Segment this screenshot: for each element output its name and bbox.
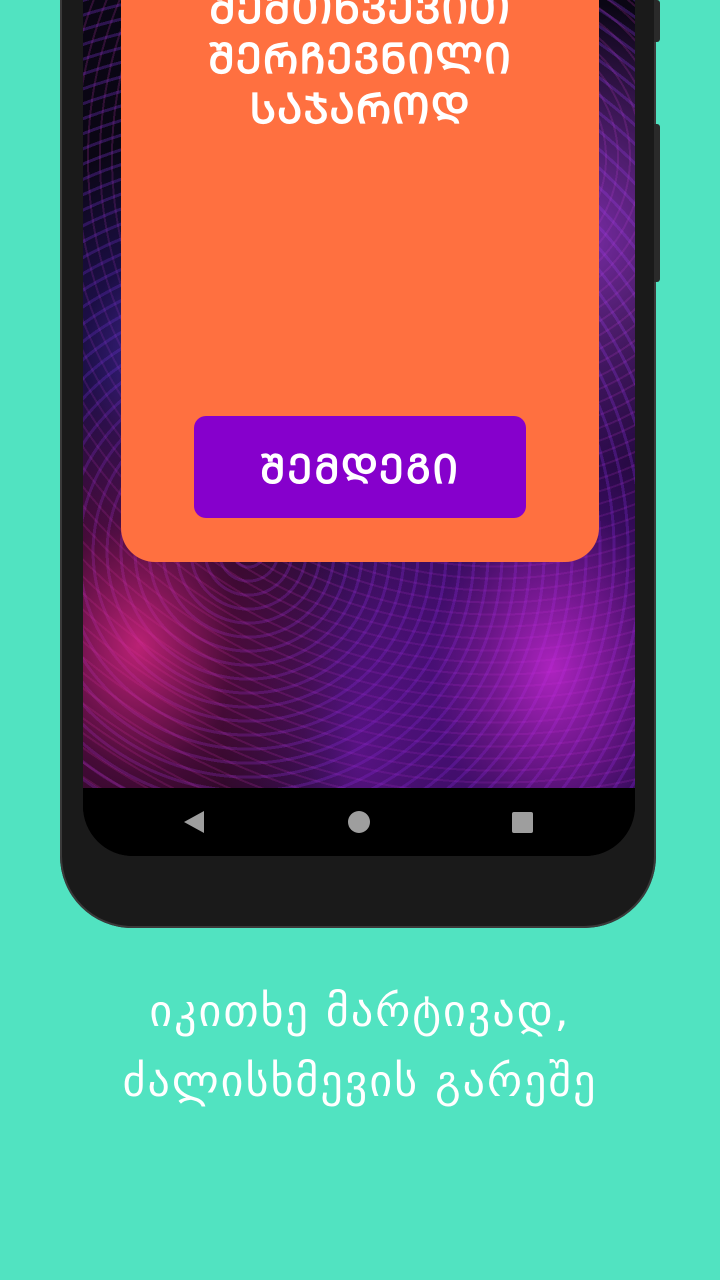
phone-frame: ᲨᲔᲛᲗᲮᲕᲔᲕᲘᲗ ᲨᲔᲠᲩᲔᲕᲜᲘᲚᲘ ᲡᲐᲯᲐᲠᲝᲓ ᲨᲔᲛᲓᲔᲒᲘ: [60, 0, 656, 928]
back-icon[interactable]: [184, 811, 204, 833]
phone-side-button-volume: [654, 124, 660, 282]
phone-bezel: ᲨᲔᲛᲗᲮᲕᲔᲕᲘᲗ ᲨᲔᲠᲩᲔᲕᲜᲘᲚᲘ ᲡᲐᲯᲐᲠᲝᲓ ᲨᲔᲛᲓᲔᲒᲘ: [83, 0, 635, 856]
home-icon[interactable]: [348, 811, 370, 833]
phone-side-button-top: [654, 0, 660, 42]
android-navigation-bar: [83, 788, 635, 856]
card-title-line-2: ᲨᲔᲠᲩᲔᲕᲜᲘᲚᲘ: [208, 34, 512, 83]
message-card: ᲨᲔᲛᲗᲮᲕᲔᲕᲘᲗ ᲨᲔᲠᲩᲔᲕᲜᲘᲚᲘ ᲡᲐᲯᲐᲠᲝᲓ ᲨᲔᲛᲓᲔᲒᲘ: [121, 0, 599, 562]
next-button[interactable]: ᲨᲔᲛᲓᲔᲒᲘ: [194, 416, 526, 518]
caption-line-2: ძალისხმევის გარეშე: [122, 1056, 598, 1107]
card-title-line-3: ᲡᲐᲯᲐᲠᲝᲓ: [249, 84, 471, 133]
app-screen: ᲨᲔᲛᲗᲮᲕᲔᲕᲘᲗ ᲨᲔᲠᲩᲔᲕᲜᲘᲚᲘ ᲡᲐᲯᲐᲠᲝᲓ ᲨᲔᲛᲓᲔᲒᲘ: [83, 0, 635, 788]
card-title-line-1: ᲨᲔᲛᲗᲮᲕᲔᲕᲘᲗ: [208, 0, 512, 33]
caption-line-1: იკითხე მარტივად,: [149, 986, 571, 1037]
recent-apps-icon[interactable]: [512, 812, 533, 833]
